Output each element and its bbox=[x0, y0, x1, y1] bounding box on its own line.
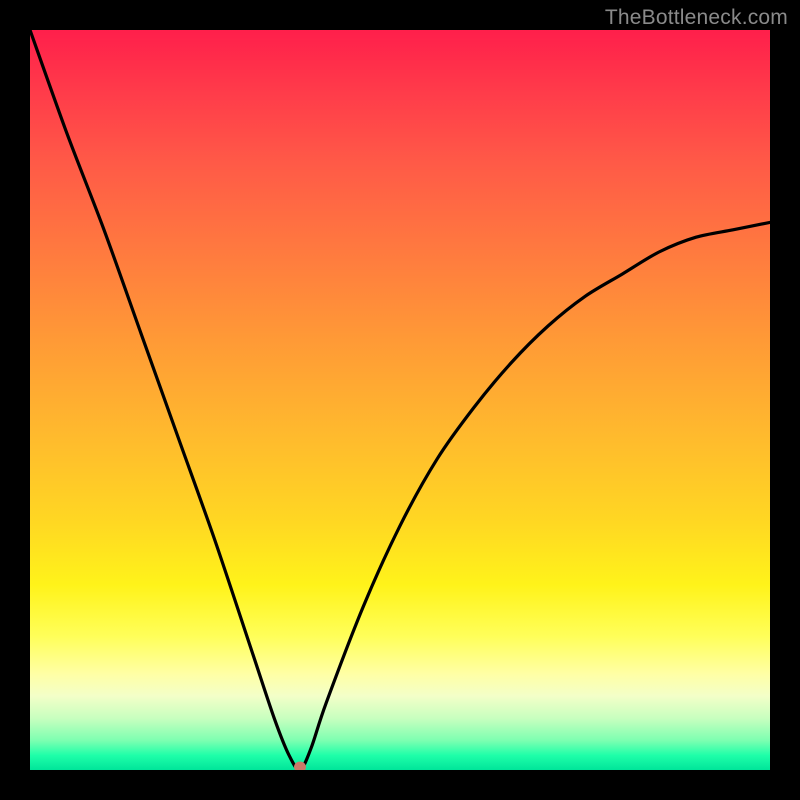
bottleneck-curve bbox=[30, 30, 770, 770]
minimum-marker-dot bbox=[294, 762, 306, 771]
watermark-text: TheBottleneck.com bbox=[605, 6, 788, 30]
curve-svg bbox=[30, 30, 770, 770]
plot-area bbox=[30, 30, 770, 770]
chart-frame: TheBottleneck.com bbox=[0, 0, 800, 800]
